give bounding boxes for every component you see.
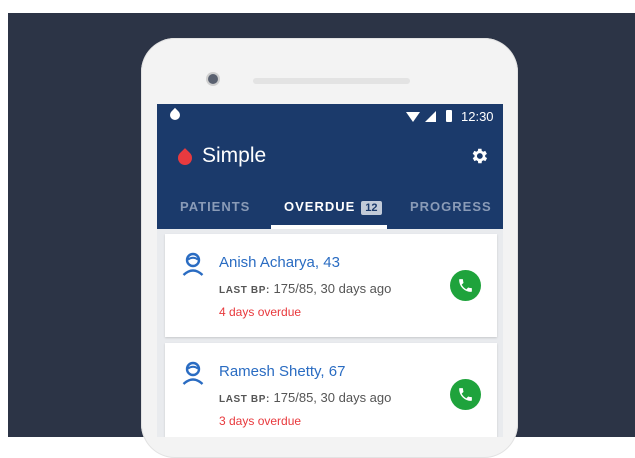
phone-speaker <box>253 78 410 84</box>
status-bar: 12:30 <box>157 104 503 128</box>
phone-screen: 12:30 Simple PATIENTS OVERDUE 12 PROGRESS <box>157 104 503 437</box>
tab-patients-label: PATIENTS <box>180 199 251 214</box>
phone-camera <box>208 74 218 84</box>
status-time: 12:30 <box>461 109 494 124</box>
last-bp-label: LAST BP: <box>219 285 270 296</box>
battery-icon <box>446 110 452 122</box>
patient-name[interactable]: Anish Acharya, 43 <box>219 254 340 271</box>
overdue-count-badge: 12 <box>361 201 382 215</box>
overdue-status: 3 days overdue <box>219 414 302 428</box>
person-icon <box>182 361 204 385</box>
phone-icon <box>459 279 472 292</box>
active-tab-indicator <box>271 225 387 229</box>
app-header: 12:30 Simple PATIENTS OVERDUE 12 PROGRESS <box>157 104 503 229</box>
app-title: Simple <box>202 144 267 167</box>
gear-icon[interactable] <box>469 146 489 166</box>
phone-icon <box>459 388 472 401</box>
patient-card[interactable]: Ramesh Shetty, 67 LAST BP: 175/85, 30 da… <box>165 343 497 437</box>
tab-progress-label: PROGRESS <box>410 199 492 214</box>
last-bp-reading: LAST BP: 175/85, 30 days ago <box>219 390 391 405</box>
call-button[interactable] <box>450 270 481 301</box>
last-bp-value: 175/85, 30 days ago <box>273 390 392 405</box>
call-button[interactable] <box>450 379 481 410</box>
tab-bar: PATIENTS OVERDUE 12 PROGRESS <box>157 190 503 229</box>
patient-name[interactable]: Ramesh Shetty, 67 <box>219 363 345 380</box>
person-icon <box>182 252 204 276</box>
blood-drop-icon <box>175 148 195 168</box>
patient-card[interactable]: Anish Acharya, 43 LAST BP: 175/85, 30 da… <box>165 234 497 337</box>
overdue-status: 4 days overdue <box>219 305 302 319</box>
cell-signal-icon <box>425 111 436 122</box>
wifi-icon <box>406 112 420 122</box>
last-bp-reading: LAST BP: 175/85, 30 days ago <box>219 281 391 296</box>
tab-progress[interactable]: PROGRESS <box>410 199 492 214</box>
tab-overdue[interactable]: OVERDUE 12 <box>284 199 382 215</box>
app-bar: Simple <box>157 134 503 184</box>
tab-patients[interactable]: PATIENTS <box>180 199 250 214</box>
last-bp-label: LAST BP: <box>219 394 270 405</box>
notification-drop-icon <box>167 107 183 123</box>
last-bp-value: 175/85, 30 days ago <box>273 281 392 296</box>
tab-overdue-label: OVERDUE <box>284 199 356 214</box>
